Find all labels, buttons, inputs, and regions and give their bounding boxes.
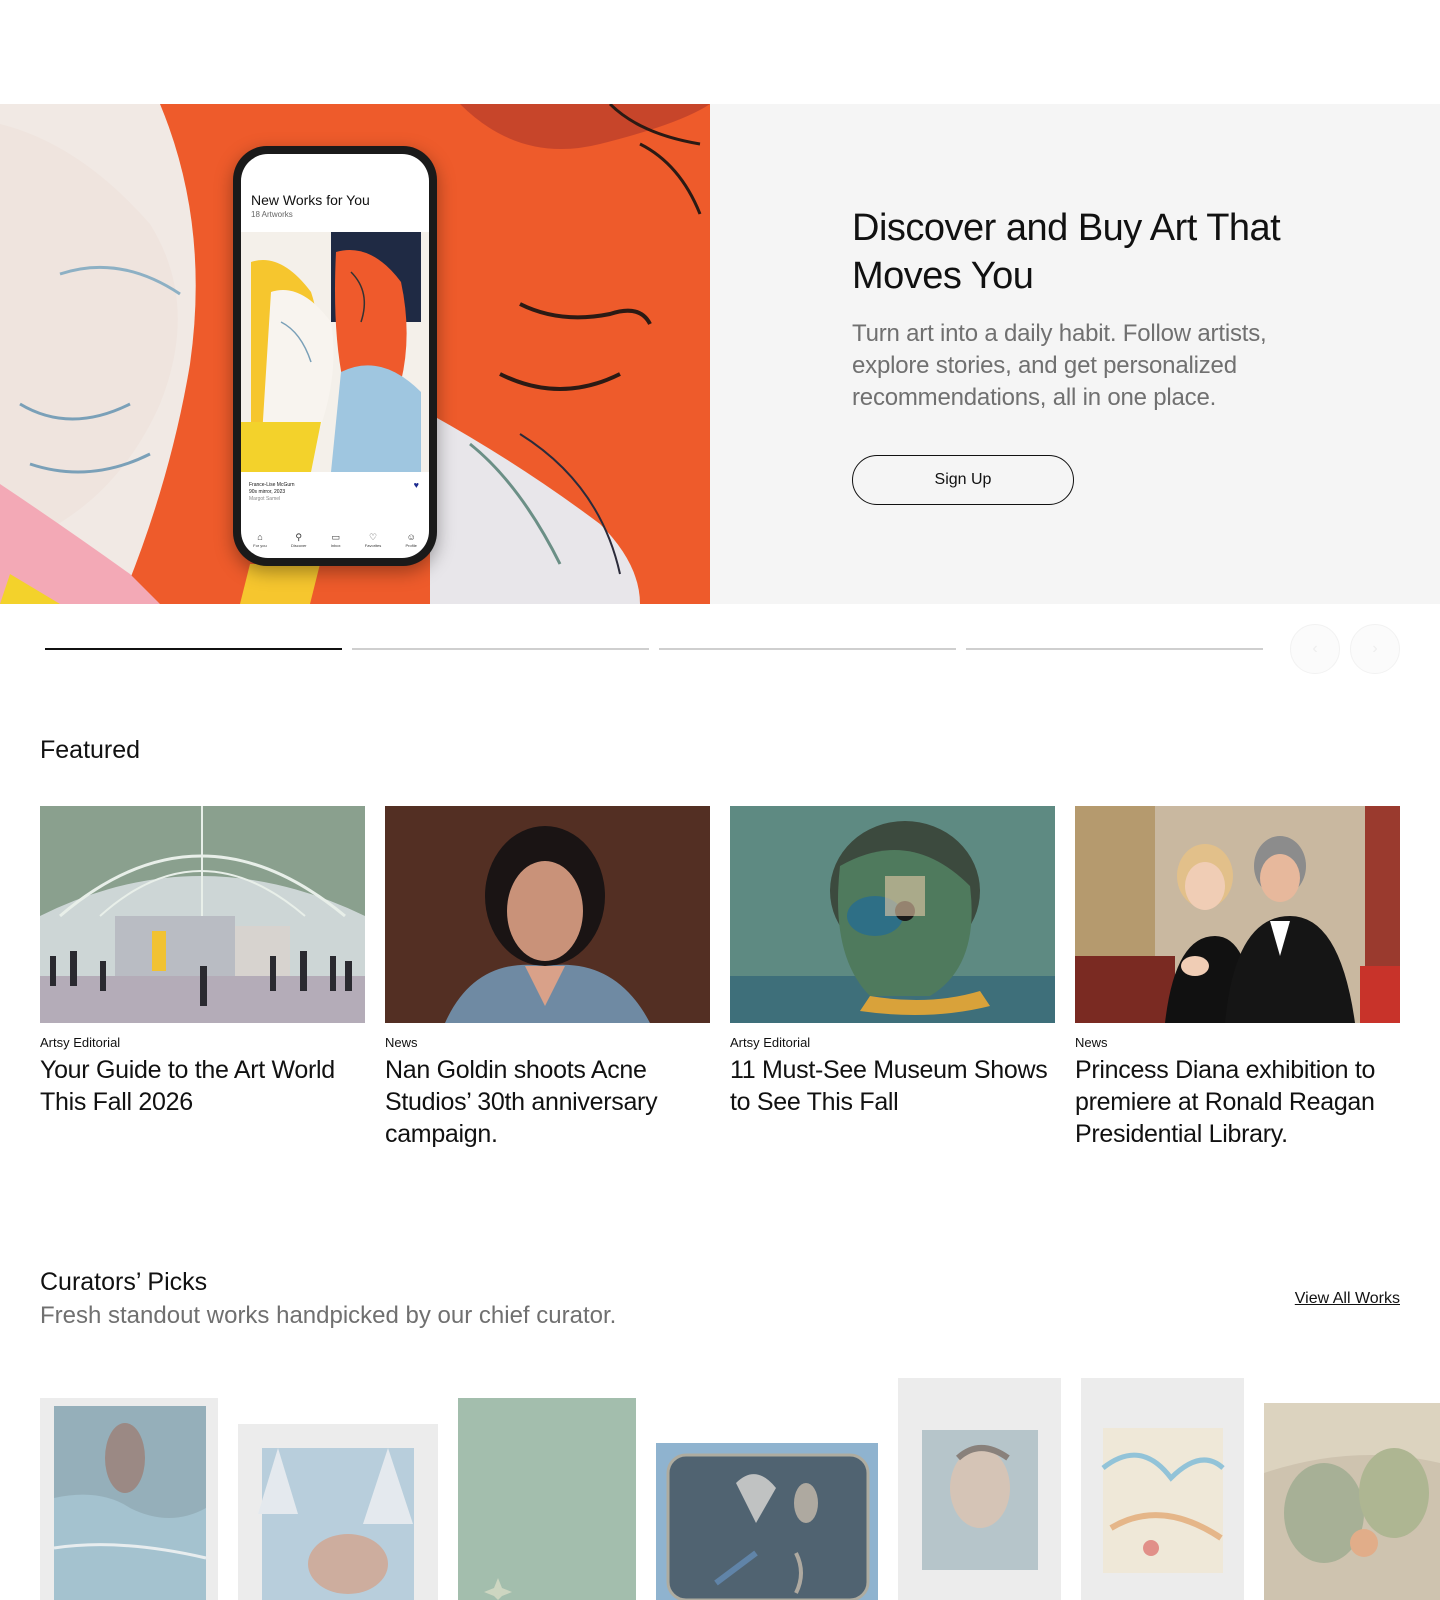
phone-caption-work: 90s mirror, 2023 bbox=[249, 489, 286, 495]
artwork-thumbnail[interactable] bbox=[238, 1424, 438, 1600]
hero-subtitle: Turn art into a daily habit. Follow arti… bbox=[852, 320, 1267, 411]
featured-card[interactable]: Artsy Editorial Your Guide to the Art Wo… bbox=[40, 806, 365, 1150]
featured-card[interactable]: Artsy Editorial 11 Must-See Museum Shows… bbox=[730, 806, 1055, 1150]
carousel-prev-button[interactable]: ‹ bbox=[1290, 624, 1340, 674]
phone-tab-label: For you bbox=[253, 543, 267, 548]
carousel-indicator[interactable] bbox=[659, 648, 956, 650]
view-all-works-link[interactable]: View All Works bbox=[1295, 1290, 1400, 1308]
phone-tab-profile: ☺ Profile bbox=[406, 532, 417, 548]
featured-card-image bbox=[1075, 806, 1400, 1023]
phone-caption-artist: France-Lise McGurn bbox=[249, 482, 295, 488]
phone-artwork-image bbox=[241, 232, 429, 472]
featured-card-category: Artsy Editorial bbox=[730, 1035, 811, 1050]
hero-banner: New Works for You 18 Artworks France-Lis… bbox=[0, 104, 1440, 604]
featured-card[interactable]: News Princess Diana exhibition to premie… bbox=[1075, 806, 1400, 1150]
phone-tab-favorites: ♡ Favorites bbox=[365, 532, 381, 548]
featured-card-category: News bbox=[1075, 1035, 1108, 1050]
phone-caption: France-Lise McGurn 90s mirror, 2023 Marg… bbox=[249, 482, 295, 503]
artwork-thumbnail[interactable] bbox=[1264, 1403, 1440, 1600]
featured-card-title: Your Guide to the Art World This Fall 20… bbox=[40, 1056, 335, 1116]
phone-mockup: New Works for You 18 Artworks France-Lis… bbox=[233, 146, 437, 566]
featured-card-title: 11 Must-See Museum Shows to See This Fal… bbox=[730, 1056, 1048, 1116]
artwork-thumbnail[interactable] bbox=[40, 1398, 218, 1600]
curators-picks-heading: Curators’ Picks bbox=[40, 1268, 208, 1296]
phone-tab-inbox: ▭ Inbox bbox=[331, 532, 341, 548]
chevron-right-icon: › bbox=[1372, 640, 1378, 657]
hero-text-panel: Discover and Buy Art That Moves You Turn… bbox=[710, 104, 1440, 604]
carousel-progress bbox=[45, 648, 1263, 650]
phone-tab-label: Discover bbox=[290, 543, 307, 548]
featured-card-title: Nan Goldin shoots Acne Studios’ 30th ann… bbox=[385, 1056, 658, 1148]
artwork-thumbnail[interactable] bbox=[1081, 1378, 1244, 1600]
featured-heading: Featured bbox=[40, 736, 141, 764]
featured-card[interactable]: News Nan Goldin shoots Acne Studios’ 30t… bbox=[385, 806, 710, 1150]
phone-tab-bar: ⌂ For you ⚲ Discover ▭ Inbox ♡ Favorites ☺ Pr… bbox=[241, 532, 429, 548]
heart-icon: ♡ bbox=[368, 532, 378, 542]
phone-tab-label: Favorites bbox=[364, 543, 382, 548]
sign-up-button[interactable]: Sign Up bbox=[852, 455, 1074, 505]
phone-screen: New Works for You 18 Artworks France-Lis… bbox=[241, 154, 429, 558]
phone-tab-label: Profile bbox=[405, 543, 417, 548]
heart-icon: ♥ bbox=[413, 480, 419, 490]
carousel-next-button[interactable]: › bbox=[1350, 624, 1400, 674]
home-icon: ⌂ bbox=[257, 532, 263, 542]
featured-card-image bbox=[385, 806, 710, 1023]
featured-card-image bbox=[40, 806, 365, 1023]
artwork-thumbnail[interactable] bbox=[898, 1378, 1061, 1600]
artwork-thumbnail[interactable] bbox=[458, 1398, 636, 1600]
phone-caption-gallery: Margot Samel bbox=[249, 496, 281, 502]
phone-title: New Works for You bbox=[251, 192, 370, 208]
artwork-thumbnail[interactable] bbox=[656, 1443, 878, 1600]
carousel-indicator[interactable] bbox=[966, 648, 1263, 650]
featured-card-image bbox=[730, 806, 1055, 1023]
featured-list: Artsy Editorial Your Guide to the Art Wo… bbox=[40, 806, 1400, 1150]
phone-tab-label: Inbox bbox=[330, 543, 341, 548]
curators-picks-subtitle: Fresh standout works handpicked by our c… bbox=[40, 1302, 617, 1329]
carousel-indicator[interactable] bbox=[352, 648, 649, 650]
search-icon: ⚲ bbox=[295, 532, 303, 542]
hero-title: Discover and Buy Art That Moves You bbox=[852, 207, 1281, 297]
phone-count: 18 Artworks bbox=[251, 210, 293, 219]
featured-card-title: Princess Diana exhibition to premiere at… bbox=[1075, 1056, 1376, 1148]
chat-icon: ▭ bbox=[331, 532, 340, 542]
hero-artwork: New Works for You 18 Artworks France-Lis… bbox=[0, 104, 710, 604]
phone-tab-discover: ⚲ Discover bbox=[291, 532, 307, 548]
user-icon: ☺ bbox=[406, 532, 416, 542]
featured-card-category: Artsy Editorial bbox=[40, 1035, 121, 1050]
chevron-left-icon: ‹ bbox=[1312, 640, 1318, 657]
featured-card-category: News bbox=[385, 1035, 418, 1050]
phone-tab-for-you: ⌂ For you bbox=[253, 532, 267, 548]
carousel-indicator[interactable] bbox=[45, 648, 342, 650]
